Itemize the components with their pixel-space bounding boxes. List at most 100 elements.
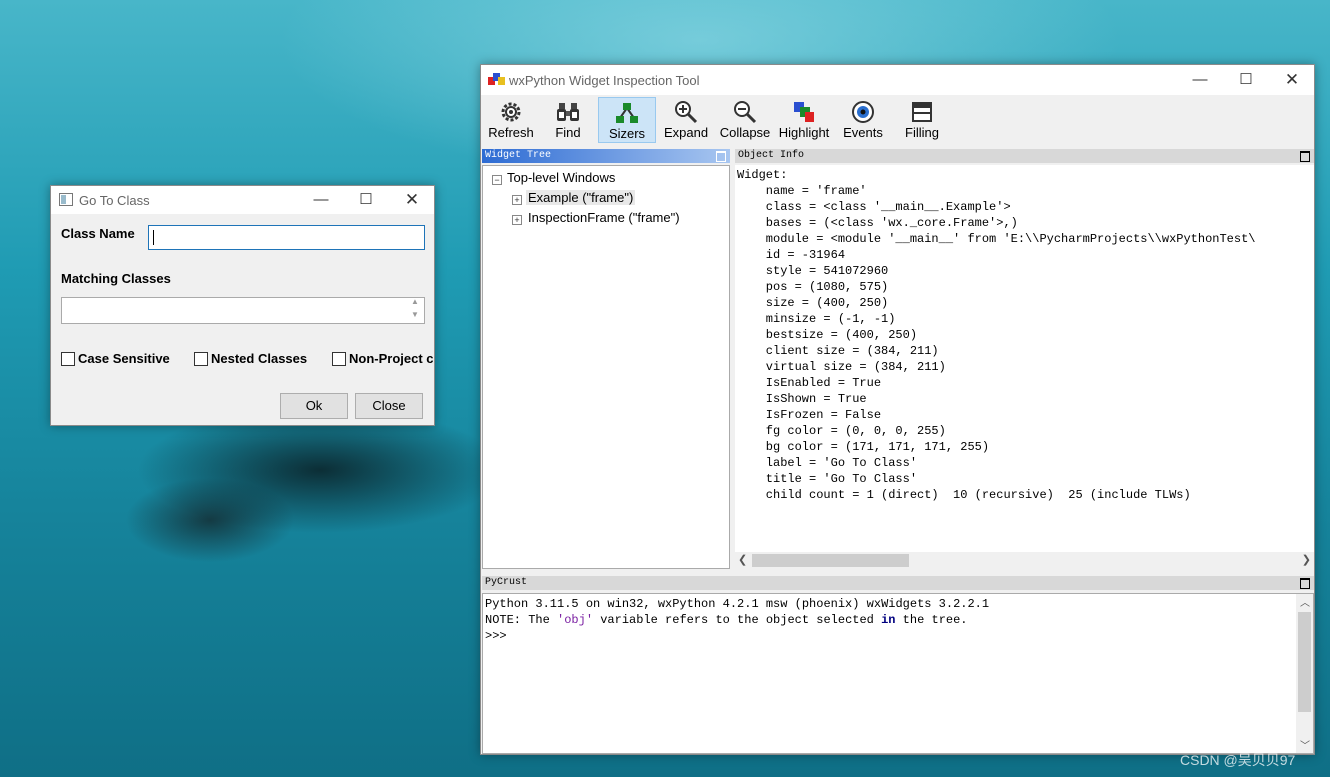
- scroll-up-arrow-icon[interactable]: ︿: [1300, 594, 1310, 609]
- inspector-maximize-button[interactable]: ☐: [1223, 65, 1269, 95]
- case-sensitive-checkbox[interactable]: [61, 352, 75, 366]
- tree-item-inspection-frame[interactable]: InspectionFrame ("frame"): [528, 210, 680, 225]
- info-line: id = -31964: [737, 248, 846, 262]
- info-line: IsShown = True: [737, 392, 867, 406]
- filling-window-icon: [912, 102, 932, 122]
- info-line: virtual size = (384, 211): [737, 360, 946, 374]
- object-info-hscrollbar[interactable]: ❮ ❯: [735, 552, 1314, 569]
- binoculars-icon: [557, 103, 579, 121]
- list-scrollbar[interactable]: ▲ ▼: [408, 297, 424, 323]
- inspector-titlebar[interactable]: wxPython Widget Inspection Tool — ☐ ✕: [481, 65, 1314, 95]
- sizers-tree-icon: [616, 103, 638, 123]
- shell-vscrollbar[interactable]: ︿ ﹀: [1296, 594, 1313, 753]
- scroll-down-arrow-icon[interactable]: ﹀: [1300, 737, 1310, 752]
- info-line: title = 'Go To Class': [737, 472, 918, 486]
- tree-expand-toggle-icon[interactable]: +: [512, 195, 522, 205]
- info-line: bg color = (171, 171, 171, 255): [737, 440, 990, 454]
- panel-maximize-icon[interactable]: [1300, 151, 1310, 162]
- matching-classes-label: Matching Classes: [61, 271, 171, 286]
- note-text-b: variable refers to the object selected: [593, 613, 882, 627]
- inspector-close-button[interactable]: ✕: [1269, 65, 1315, 95]
- pycrust-header: PyCrust: [482, 576, 1314, 590]
- info-line: pos = (1080, 575): [737, 280, 889, 294]
- inspector-title: wxPython Widget Inspection Tool: [509, 73, 700, 88]
- tree-expand-toggle-icon[interactable]: +: [512, 215, 522, 225]
- nested-classes-label: Nested Classes: [211, 351, 308, 366]
- note-text-a: NOTE: The: [485, 613, 558, 627]
- highlight-button[interactable]: Highlight: [775, 97, 833, 143]
- shell-banner: Python 3.11.5 on win32, wxPython 4.2.1 m…: [485, 597, 990, 611]
- maximize-button[interactable]: ☐: [343, 186, 389, 214]
- info-line: client size = (384, 211): [737, 344, 939, 358]
- widget-tree[interactable]: − Top-level Windows + Example ("frame") …: [482, 165, 730, 569]
- info-line: IsEnabled = True: [737, 376, 882, 390]
- scroll-thumb[interactable]: [1298, 612, 1311, 712]
- close-window-button[interactable]: ✕: [389, 186, 435, 214]
- events-eye-icon: [852, 101, 874, 123]
- panel-maximize-icon[interactable]: [1300, 578, 1310, 589]
- info-line: module = <module '__main__' from 'E:\\Py…: [737, 232, 1256, 246]
- pycrust-shell[interactable]: Python 3.11.5 on win32, wxPython 4.2.1 m…: [482, 593, 1314, 754]
- nested-classes-checkbox[interactable]: [194, 352, 208, 366]
- expand-label: Expand: [663, 125, 709, 140]
- sizers-button[interactable]: Sizers: [598, 97, 656, 143]
- info-line: IsFrozen = False: [737, 408, 882, 422]
- note-text-c: the tree.: [895, 613, 968, 627]
- scroll-right-arrow-icon[interactable]: ❯: [1302, 553, 1311, 566]
- object-info-text[interactable]: Widget: name = 'frame' class = <class '_…: [735, 165, 1314, 552]
- note-obj-string: 'obj': [557, 613, 594, 627]
- text-caret: [153, 230, 154, 245]
- app-window-icon: [59, 193, 73, 206]
- refresh-gear-icon: [501, 102, 521, 122]
- scroll-down-arrow-icon[interactable]: ▼: [411, 310, 419, 319]
- pycrust-title: PyCrust: [485, 577, 528, 588]
- info-line: Widget:: [737, 168, 788, 182]
- inspector-minimize-button[interactable]: —: [1177, 65, 1223, 95]
- collapse-button[interactable]: Collapse: [716, 97, 774, 143]
- find-button[interactable]: Find: [539, 97, 597, 143]
- non-project-option[interactable]: Non-Project c: [332, 346, 434, 368]
- events-label: Events: [843, 125, 883, 140]
- collapse-label: Collapse: [719, 125, 771, 140]
- ok-button[interactable]: Ok: [280, 393, 348, 419]
- note-keyword-in: in: [881, 613, 896, 627]
- class-name-input[interactable]: [148, 225, 425, 250]
- expand-button[interactable]: Expand: [657, 97, 715, 143]
- refresh-label: Refresh: [488, 125, 534, 140]
- shell-note: NOTE: The 'obj' variable refers to the o…: [485, 613, 968, 627]
- sizers-label: Sizers: [608, 126, 646, 141]
- case-sensitive-label: Case Sensitive: [78, 351, 170, 366]
- object-info-header: Object Info: [735, 149, 1314, 163]
- info-line: fg color = (0, 0, 0, 255): [737, 424, 946, 438]
- info-line: bestsize = (400, 250): [737, 328, 918, 342]
- info-line: style = 541072960: [737, 264, 889, 278]
- filling-button[interactable]: Filling: [893, 97, 951, 143]
- non-project-label: Non-Project c: [349, 351, 434, 366]
- tree-item-example[interactable]: Example ("frame"): [526, 190, 636, 205]
- zoom-out-icon: [734, 101, 757, 124]
- info-line: class = <class '__main__.Example'>: [737, 200, 1011, 214]
- dialog-title: Go To Class: [79, 193, 150, 208]
- scroll-up-arrow-icon[interactable]: ▲: [411, 297, 419, 306]
- tree-item-root[interactable]: Top-level Windows: [507, 170, 615, 185]
- matching-classes-list[interactable]: ▲ ▼: [61, 297, 425, 324]
- scroll-thumb[interactable]: [752, 554, 909, 567]
- shell-prompt[interactable]: >>>: [485, 629, 507, 643]
- info-line: name = 'frame': [737, 184, 867, 198]
- panel-maximize-icon[interactable]: [716, 151, 726, 162]
- minimize-button[interactable]: —: [298, 186, 344, 214]
- go-to-class-dialog: Go To Class — ☐ ✕ Class Name Matching Cl…: [50, 185, 435, 426]
- dialog-titlebar[interactable]: Go To Class — ☐ ✕: [51, 186, 434, 214]
- object-info-title: Object Info: [738, 150, 805, 161]
- events-button[interactable]: Events: [834, 97, 892, 143]
- class-name-label: Class Name: [61, 226, 135, 241]
- non-project-checkbox[interactable]: [332, 352, 346, 366]
- widget-tree-title: Widget Tree: [485, 150, 552, 161]
- refresh-button[interactable]: Refresh: [482, 97, 540, 143]
- filling-label: Filling: [905, 125, 939, 140]
- highlight-icon: [794, 102, 814, 122]
- tree-collapse-toggle-icon[interactable]: −: [492, 175, 502, 185]
- scroll-left-arrow-icon[interactable]: ❮: [738, 553, 747, 566]
- close-button[interactable]: Close: [355, 393, 423, 419]
- inspection-tool-window: wxPython Widget Inspection Tool — ☐ ✕ Re…: [480, 64, 1315, 755]
